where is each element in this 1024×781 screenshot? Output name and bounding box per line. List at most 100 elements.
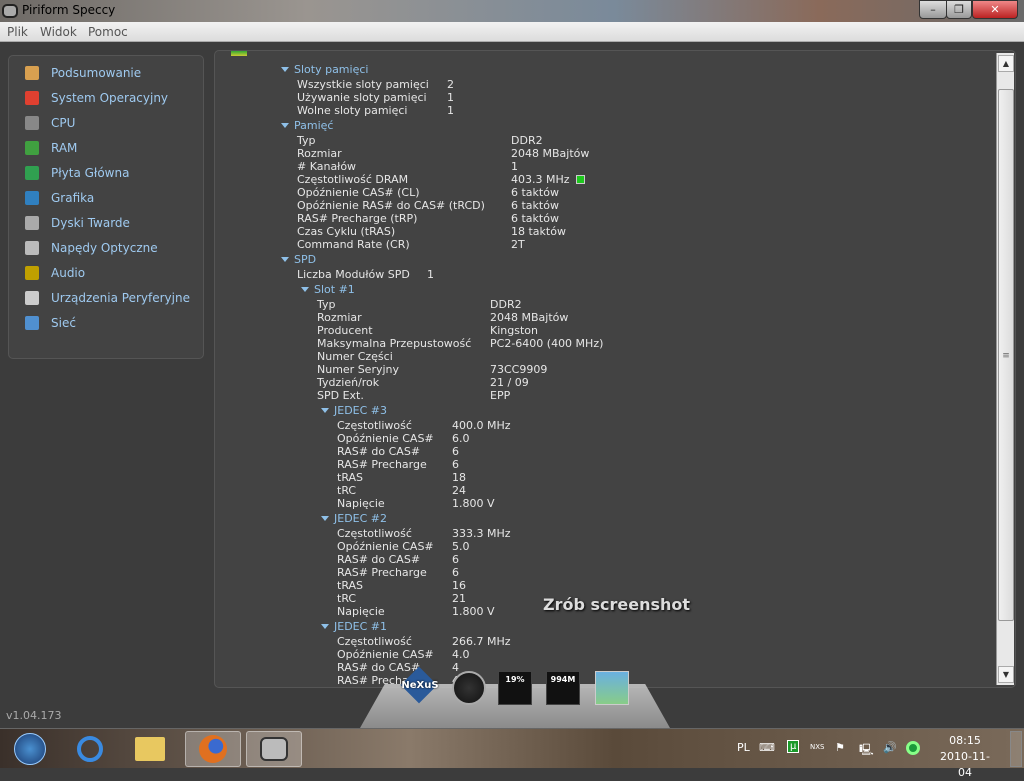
collapse-arrow-icon[interactable] (301, 287, 309, 292)
memory-meter-gadget[interactable]: 994M (546, 671, 580, 705)
property-label: Rozmiar (297, 147, 342, 160)
version-label: v1.04.173 (6, 709, 62, 722)
green-tray-icon[interactable] (906, 741, 920, 755)
property-value: 6 (452, 458, 459, 471)
sidebar-item-napędy-optyczne[interactable]: Napędy Optyczne (25, 239, 158, 257)
vertical-scrollbar[interactable]: ▲ ≡ ▼ (996, 53, 1014, 685)
property-value-text: 18 (452, 471, 466, 484)
collapse-arrow-icon[interactable] (281, 67, 289, 72)
tree-section-spd[interactable]: SPD (281, 253, 316, 266)
action-center-flag-icon[interactable]: ⚑ (835, 741, 845, 754)
scroll-up-button[interactable]: ▲ (998, 55, 1014, 72)
sidebar-item-podsumowanie[interactable]: Podsumowanie (25, 64, 141, 82)
property-label: Command Rate (CR) (297, 238, 410, 251)
menu-widok[interactable]: Widok (40, 25, 77, 39)
language-indicator[interactable]: PL (737, 741, 750, 754)
property-value-text: 6.0 (452, 432, 470, 445)
property-value: DDR2 (490, 298, 522, 311)
sidebar-item-audio[interactable]: Audio (25, 264, 85, 282)
menu-pomoc[interactable]: Pomoc (88, 25, 128, 39)
property-label: Opóźnienie CAS# (337, 540, 434, 553)
close-button[interactable]: ✕ (972, 0, 1018, 19)
section-label: Sloty pamięci (294, 63, 369, 76)
speedometer-gadget-icon[interactable] (452, 671, 486, 705)
ram-icon (25, 141, 39, 155)
tree-section-jedec-2[interactable]: JEDEC #2 (321, 512, 387, 525)
property-value: 6 (452, 553, 459, 566)
clipboard-icon (25, 66, 39, 80)
motherboard-icon (25, 166, 39, 180)
property-value: 21 / 09 (490, 376, 529, 389)
menu-bar: Plik Widok Pomoc (0, 22, 1024, 42)
nexus-tray-icon[interactable]: NXS (810, 743, 824, 751)
property-value-text: 2048 MBajtów (511, 147, 590, 160)
property-label: Rozmiar (317, 311, 362, 324)
property-value: 6 taktów (511, 212, 559, 225)
property-value-text: 2048 MBajtów (490, 311, 569, 324)
internet-explorer-icon (77, 736, 103, 762)
property-value-text: 1.800 V (452, 497, 495, 510)
scroll-down-button[interactable]: ▼ (998, 666, 1014, 683)
property-value-text: DDR2 (511, 134, 543, 147)
sidebar-item-ram[interactable]: RAM (25, 139, 77, 157)
minimize-button[interactable]: – (919, 0, 947, 19)
property-label: RAS# Precharge (337, 458, 427, 471)
tree-section-slot-1[interactable]: Slot #1 (301, 283, 355, 296)
menu-plik[interactable]: Plik (7, 25, 28, 39)
scroll-thumb[interactable]: ≡ (998, 89, 1014, 621)
property-value-text: 6 taktów (511, 212, 559, 225)
tree-section-jedec-3[interactable]: JEDEC #3 (321, 404, 387, 417)
property-label: RAS# do CAS# (337, 661, 421, 674)
collapse-arrow-icon[interactable] (321, 516, 329, 521)
cpu-meter-gadget[interactable]: 19% (498, 671, 532, 705)
volume-icon[interactable]: 🔊 (883, 741, 897, 754)
sidebar-item-label: Płyta Główna (51, 166, 130, 180)
taskbar-speccy[interactable] (246, 731, 302, 767)
property-label: Producent (317, 324, 373, 337)
tree-section-sloty-pamięci[interactable]: Sloty pamięci (281, 63, 368, 76)
collapse-arrow-icon[interactable] (281, 257, 289, 262)
property-label: Numer Seryjny (317, 363, 400, 376)
sidebar-item-cpu[interactable]: CPU (25, 114, 75, 132)
camera-screenshot-icon[interactable] (595, 671, 629, 705)
clock-time: 08:15 (949, 734, 981, 747)
property-value: 6 taktów (511, 186, 559, 199)
sidebar-item-płyta-główna[interactable]: Płyta Główna (25, 164, 129, 182)
property-value: DDR2 (511, 134, 543, 147)
property-label: Tydzień/rok (317, 376, 380, 389)
monitor-icon (25, 191, 39, 205)
property-value-text: 6 taktów (511, 186, 559, 199)
sidebar-item-label: Sieć (51, 316, 76, 330)
property-label: SPD Ext. (317, 389, 364, 402)
clock[interactable]: 08:15 2010-11-04 (935, 733, 995, 781)
maximize-button[interactable]: ❐ (946, 0, 972, 19)
taskbar-explorer[interactable] (122, 731, 178, 767)
property-value: 403.3 MHz (511, 173, 585, 186)
screenshot-tooltip: Zrób screenshot (543, 595, 691, 614)
tree-section-pamięć[interactable]: Pamięć (281, 119, 333, 132)
property-value: 18 taktów (511, 225, 566, 238)
sidebar-item-label: System Operacyjny (51, 91, 169, 105)
collapse-arrow-icon[interactable] (321, 408, 329, 413)
property-value-text: 21 / 09 (490, 376, 529, 389)
network-icon[interactable]: 🖳 (859, 741, 874, 760)
collapse-arrow-icon[interactable] (281, 123, 289, 128)
sidebar-item-dyski-twarde[interactable]: Dyski Twarde (25, 214, 130, 232)
keyboard-icon[interactable]: ⌨ (759, 741, 775, 754)
property-value: 2 (447, 78, 454, 91)
start-button[interactable] (2, 731, 58, 767)
sidebar-item-grafika[interactable]: Grafika (25, 189, 94, 207)
sidebar-item-urządzenia-peryferyjne[interactable]: Urządzenia Peryferyjne (25, 289, 190, 307)
utorrent-icon[interactable]: µ (787, 740, 800, 753)
show-desktop-button[interactable] (1010, 731, 1022, 767)
taskbar-firefox[interactable] (185, 731, 241, 767)
tree-section-jedec-1[interactable]: JEDEC #1 (321, 620, 387, 633)
property-value-text: 5.0 (452, 540, 470, 553)
taskbar-internet-explorer[interactable] (62, 731, 118, 767)
sidebar-item-system-operacyjny[interactable]: System Operacyjny (25, 89, 168, 107)
property-value-text: 403.3 MHz (511, 173, 570, 186)
collapse-arrow-icon[interactable] (321, 624, 329, 629)
sidebar-item-sieć[interactable]: Sieć (25, 314, 76, 332)
sidebar-item-label: CPU (51, 116, 76, 130)
section-label: SPD (294, 253, 317, 266)
